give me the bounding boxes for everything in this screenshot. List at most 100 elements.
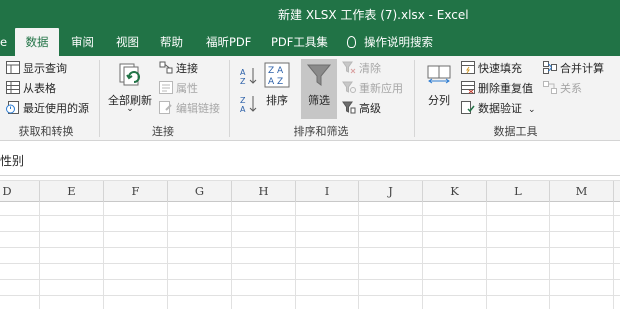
text-to-columns-button[interactable]: 分列 — [421, 60, 457, 120]
sort-za-icon: ZA — [240, 96, 257, 114]
remove-duplicates-button[interactable]: 删除重复值 — [461, 80, 533, 98]
group-separator — [414, 60, 415, 137]
clock-document-icon — [6, 101, 19, 114]
table-grid-icon — [6, 81, 20, 94]
group-separator — [229, 60, 230, 137]
column-header-d[interactable]: D — [0, 181, 40, 202]
column-header-l[interactable]: L — [487, 181, 550, 202]
connections-button[interactable]: 连接 — [159, 60, 198, 78]
ribbon-tabs: e 数据 审阅 视图 帮助 福昕PDF PDF工具集 操作说明搜索 — [0, 28, 620, 56]
advanced-filter-icon — [342, 101, 356, 114]
tab-view[interactable]: 视图 — [116, 28, 139, 56]
column-header-g[interactable]: G — [168, 181, 232, 202]
group-label-data-tools: 数据工具 — [493, 125, 538, 138]
clear-filter-button[interactable]: 清除 — [342, 60, 381, 78]
formula-bar[interactable]: 性别 — [0, 142, 620, 176]
relationships-button[interactable]: 关系 — [543, 80, 582, 98]
svg-text:A: A — [277, 66, 284, 76]
data-validation-button[interactable]: 数据验证 ⌄ — [461, 100, 536, 118]
sort-dialog-icon: Z A A Z — [264, 62, 290, 88]
group-label-get-transform: 获取和转换 — [18, 125, 74, 138]
svg-text:Z: Z — [240, 96, 246, 105]
sort-az-icon: AZ — [240, 68, 257, 86]
connections-icon — [159, 61, 173, 74]
show-queries-button[interactable]: 显示查询 — [6, 60, 67, 78]
grid-line — [358, 202, 359, 309]
column-header-j[interactable]: J — [359, 181, 423, 202]
svg-text:Z: Z — [277, 77, 283, 87]
relationships-icon — [543, 81, 557, 94]
cell-grid[interactable] — [0, 202, 620, 309]
grid-line — [486, 202, 487, 309]
grid-line — [295, 202, 296, 309]
grid-line — [0, 215, 620, 216]
flash-fill-button[interactable]: 快速填充 — [461, 60, 522, 78]
grid-line — [0, 231, 620, 232]
column-header-k[interactable]: K — [423, 181, 487, 202]
grid-line — [0, 295, 620, 296]
svg-text:Z: Z — [240, 77, 246, 86]
lightbulb-icon — [347, 36, 356, 48]
svg-text:A: A — [240, 105, 246, 114]
sort-ascending-button[interactable]: AZ — [240, 66, 258, 86]
column-header-m[interactable]: M — [550, 181, 614, 202]
column-header-e[interactable]: E — [40, 181, 104, 202]
clear-filter-icon — [342, 61, 356, 74]
group-label-sort-filter: 排序和筛选 — [293, 125, 349, 138]
tab-help[interactable]: 帮助 — [160, 28, 183, 56]
grid-line — [0, 247, 620, 248]
chevron-down-icon: ⌄ — [126, 104, 134, 114]
sort-descending-button[interactable]: ZA — [240, 94, 258, 114]
table-icon — [6, 61, 20, 74]
grid-line — [231, 202, 232, 309]
consolidate-button[interactable]: 合并计算 — [543, 60, 604, 78]
group-label-connections: 连接 — [152, 125, 174, 138]
properties-button[interactable]: 属性 — [159, 80, 198, 98]
flash-fill-icon — [461, 61, 475, 74]
svg-text:A: A — [268, 77, 275, 87]
reapply-button[interactable]: 重新应用 — [342, 80, 403, 98]
refresh-icon — [119, 63, 140, 86]
edit-links-button[interactable]: 编辑链接 — [159, 100, 220, 118]
grid-line — [549, 202, 550, 309]
recent-sources-button[interactable]: 最近使用的源 — [6, 100, 89, 118]
from-table-button[interactable]: 从表格 — [6, 80, 56, 98]
tab-review[interactable]: 审阅 — [71, 28, 94, 56]
column-header-f[interactable]: F — [104, 181, 168, 202]
tab-foxit-pdf[interactable]: 福昕PDF — [206, 28, 251, 56]
refresh-all-button[interactable]: 全部刷新 ⌄ — [104, 60, 156, 120]
ribbon: 显示查询 从表格 最近使用的源 获取和转换 全部刷新 ⌄ 连接 属性 编辑链接 … — [0, 56, 620, 141]
grid-line — [0, 263, 620, 264]
split-columns-icon — [427, 65, 451, 84]
svg-text:A: A — [240, 68, 246, 77]
tab-data[interactable]: 数据 — [15, 28, 59, 56]
svg-text:Z: Z — [268, 66, 274, 76]
reapply-icon — [342, 81, 356, 93]
advanced-filter-button[interactable]: 高级 — [342, 100, 381, 118]
consolidate-icon — [543, 61, 557, 74]
formula-value: 性别 — [0, 154, 25, 168]
remove-duplicates-icon — [461, 81, 475, 94]
data-validation-icon — [461, 101, 475, 114]
group-separator — [99, 60, 100, 137]
title-bar: 新建 XLSX 工作表 (7).xlsx - Excel — [0, 0, 620, 28]
tab-file[interactable]: e — [0, 28, 7, 56]
grid-line — [39, 202, 40, 309]
grid-line — [613, 202, 614, 309]
edit-links-icon — [159, 101, 172, 114]
grid-line — [422, 202, 423, 309]
chevron-down-icon: ⌄ — [528, 105, 536, 115]
column-header-i[interactable]: I — [296, 181, 359, 202]
sort-button[interactable]: Z A A Z 排序 — [261, 60, 293, 120]
filter-button[interactable]: 筛选 — [301, 60, 337, 120]
properties-icon — [159, 81, 173, 94]
grid-line — [167, 202, 168, 309]
grid-line — [103, 202, 104, 309]
grid-line — [0, 279, 620, 280]
tell-me-label: 操作说明搜索 — [364, 35, 433, 49]
column-headers: D E F G H I J K L M — [0, 180, 620, 202]
tab-pdf-tools[interactable]: PDF工具集 — [271, 28, 328, 56]
window-title: 新建 XLSX 工作表 (7).xlsx - Excel — [278, 8, 469, 22]
column-header-h[interactable]: H — [232, 181, 296, 202]
tab-tell-me[interactable]: 操作说明搜索 — [347, 28, 433, 56]
